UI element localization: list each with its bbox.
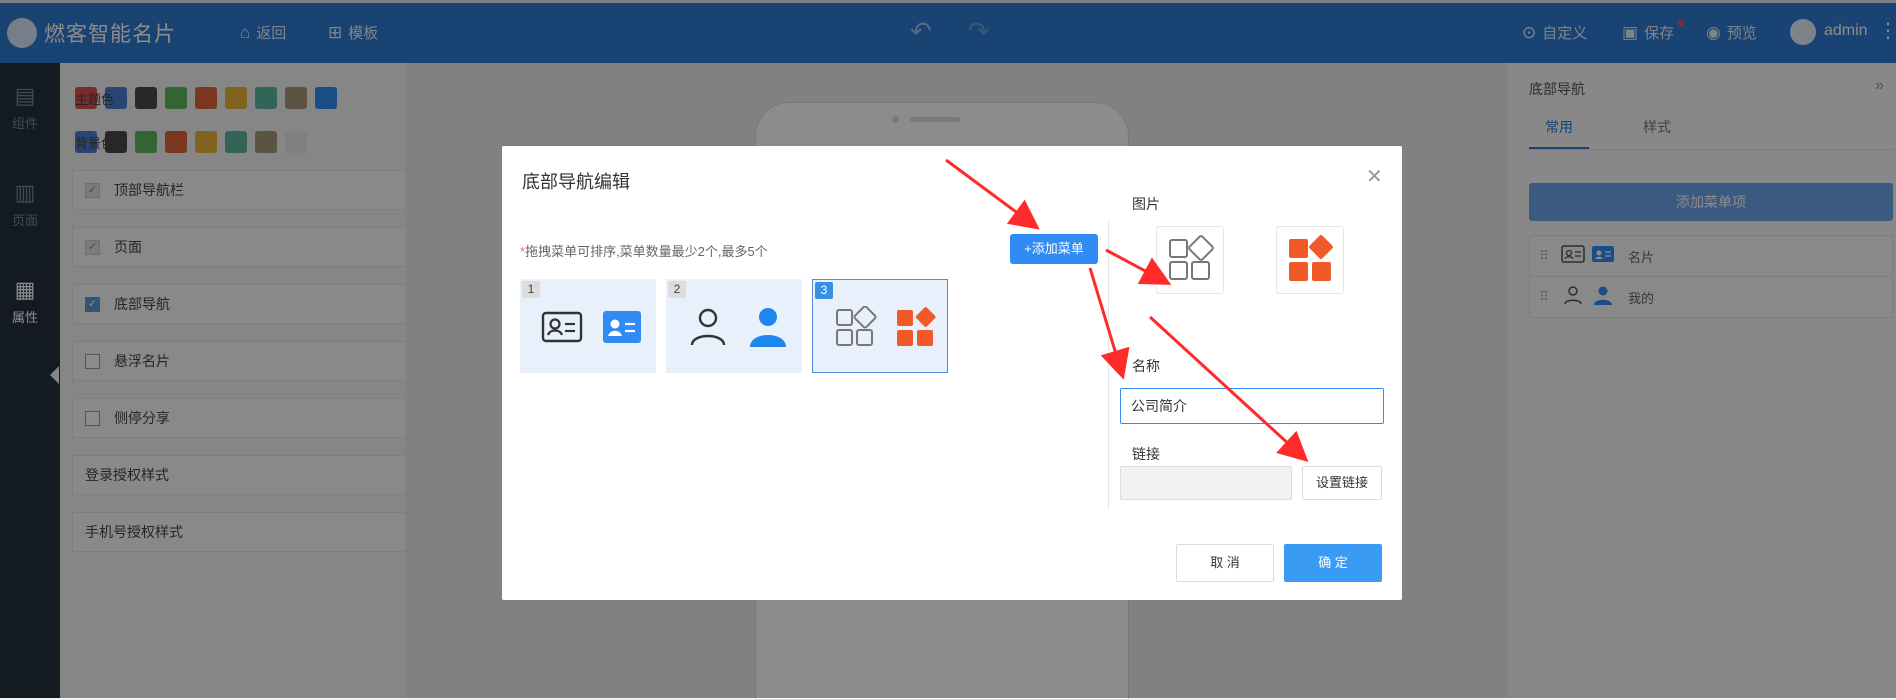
link-input[interactable]	[1120, 466, 1292, 500]
name-label: 名称	[1132, 358, 1160, 374]
menu-card-selected[interactable]: 3	[812, 279, 948, 373]
add-menu-label: 添加菜单	[1031, 241, 1084, 256]
user-filled-icon	[750, 308, 786, 347]
apps-filled-icon	[897, 307, 936, 346]
menu-number: 3	[815, 282, 833, 299]
menu-number: 2	[668, 281, 686, 298]
menu-number: 1	[522, 281, 540, 298]
apps-outline-icon	[1169, 235, 1214, 280]
cancel-button[interactable]: 取 消	[1176, 544, 1274, 582]
menu-name-input[interactable]	[1120, 388, 1384, 424]
apps-outline-icon	[836, 306, 877, 346]
image-label: 图片	[1132, 196, 1160, 212]
sort-hint: *拖拽菜单可排序,菜单数量最少2个,最多5个	[520, 241, 768, 260]
bottom-nav-edit-dialog: 底部导航编辑 ✕ *拖拽菜单可排序,菜单数量最少2个,最多5个 +添加菜单 1 …	[502, 146, 1402, 600]
confirm-button[interactable]: 确 定	[1284, 544, 1382, 582]
dialog-title: 底部导航编辑	[522, 172, 630, 192]
card-filled-icon	[603, 311, 641, 343]
image-upload-active[interactable]	[1276, 226, 1344, 294]
image-upload-normal[interactable]	[1156, 226, 1224, 294]
menu-card-list: 1 2 3	[520, 279, 948, 373]
hint-text: 拖拽菜单可排序,菜单数量最少2个,最多5个	[525, 244, 768, 259]
menu-card[interactable]: 1	[520, 279, 656, 373]
add-menu-button[interactable]: +添加菜单	[1010, 234, 1098, 264]
menu-card[interactable]: 2	[666, 279, 802, 373]
close-icon[interactable]: ✕	[1366, 164, 1383, 189]
apps-filled-icon	[1289, 235, 1333, 281]
vertical-divider	[1108, 220, 1109, 510]
link-label: 链接	[1132, 446, 1160, 462]
user-outline-icon	[690, 308, 726, 346]
plus-icon: +	[1024, 241, 1032, 256]
set-link-button[interactable]: 设置链接	[1302, 466, 1382, 500]
card-outline-icon	[541, 311, 583, 343]
